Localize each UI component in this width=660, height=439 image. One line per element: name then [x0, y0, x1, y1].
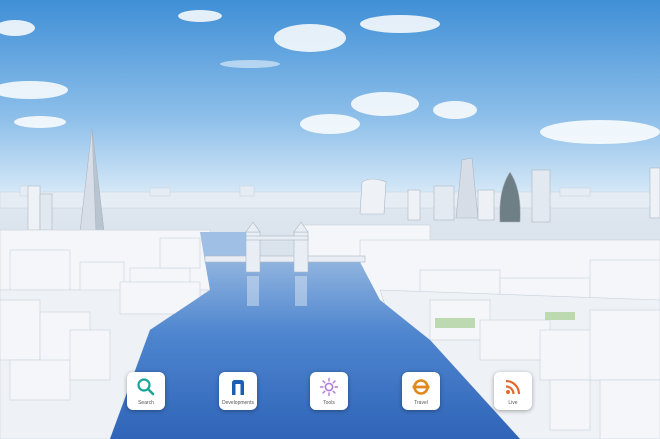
tools-button[interactable]: Tools [310, 372, 348, 410]
sun-icon [319, 377, 339, 397]
underground-roundel-icon [412, 379, 430, 395]
map-viewport[interactable]: Search Developments Tools Travel Live [0, 0, 660, 439]
search-label: Search [138, 400, 154, 406]
bottom-dock: Search Developments Tools Travel Live [0, 372, 660, 414]
developments-label: Developments [222, 400, 254, 406]
live-button[interactable]: Live [494, 372, 532, 410]
travel-button[interactable]: Travel [402, 372, 440, 410]
search-icon [137, 378, 155, 396]
live-label: Live [508, 400, 518, 406]
rss-feed-icon [505, 379, 521, 395]
developments-button[interactable]: Developments [219, 372, 257, 410]
search-button[interactable]: Search [127, 372, 165, 410]
developments-icon [232, 380, 244, 395]
tools-label: Tools [323, 400, 335, 406]
travel-label: Travel [414, 400, 428, 406]
